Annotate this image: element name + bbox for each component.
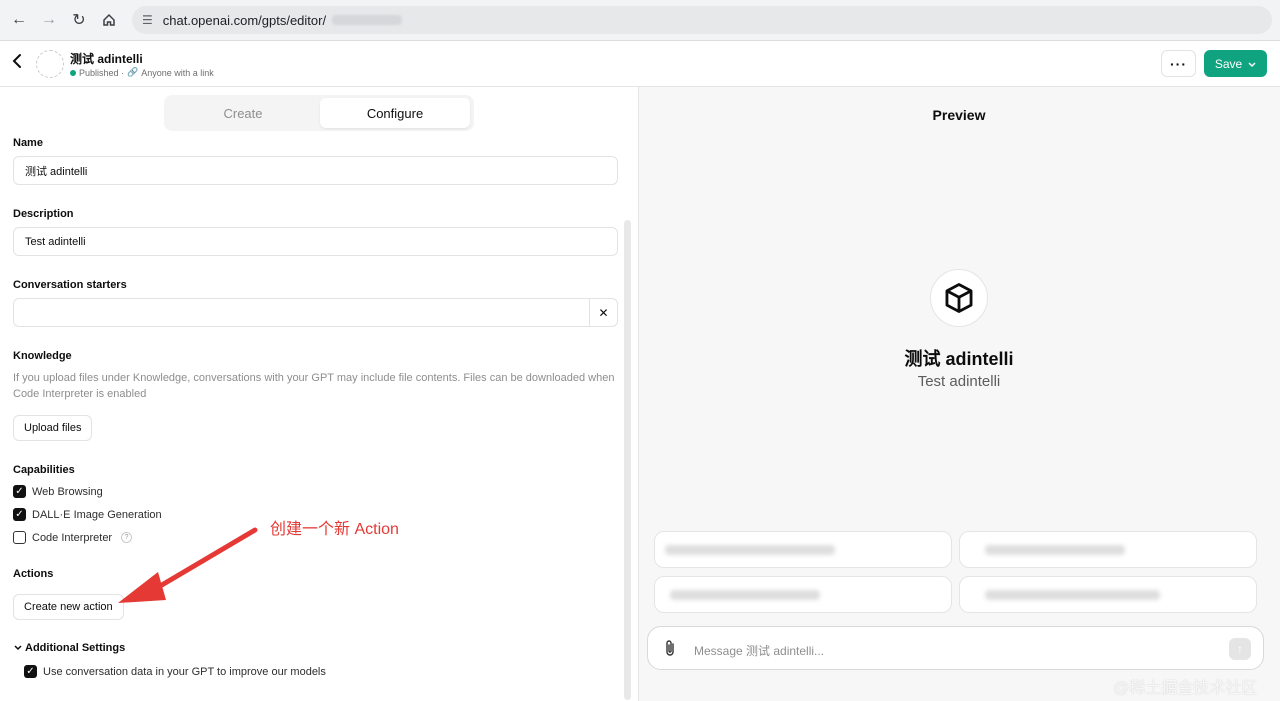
annotation-text: 创建一个新 Action: [270, 521, 399, 538]
attach-icon[interactable]: [664, 639, 676, 662]
send-arrow-icon[interactable]: ↑: [1229, 638, 1251, 660]
preview-gpt-desc: Test adintelli: [917, 373, 1001, 390]
starter-card[interactable]: [959, 531, 1257, 568]
starter-card[interactable]: [654, 576, 952, 613]
preview-gpt-name: 测试 adintelli: [904, 349, 1014, 369]
preview-title: Preview: [932, 107, 986, 123]
gpt-preview-avatar: [930, 269, 988, 327]
starter-card[interactable]: [654, 531, 952, 568]
starter-card[interactable]: [959, 576, 1257, 613]
cube-icon: [945, 283, 973, 313]
message-placeholder: Message 测试 adintelli...: [694, 644, 825, 658]
watermark-text: @稀土掘金技术社区: [1113, 680, 1258, 697]
preview-pane: Preview 测试 adintelli Test adintelli Mess…: [638, 87, 1280, 701]
message-input[interactable]: Message 测试 adintelli... ↑: [647, 626, 1264, 670]
